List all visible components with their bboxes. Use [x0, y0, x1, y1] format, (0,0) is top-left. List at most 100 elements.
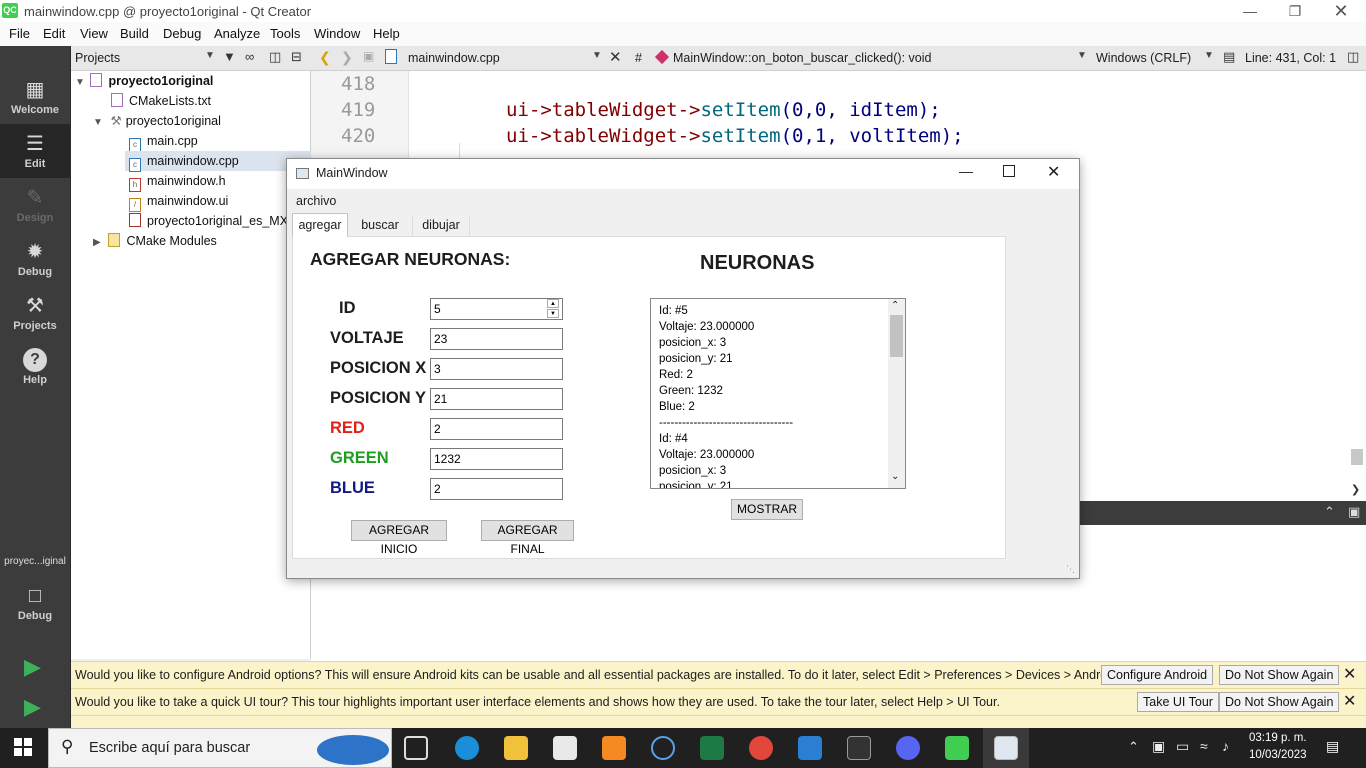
- minimize-icon[interactable]: —: [959, 163, 973, 179]
- menu-archivo[interactable]: archivo: [296, 194, 336, 208]
- sublime-icon[interactable]: [602, 736, 626, 760]
- menu-tools[interactable]: Tools: [270, 26, 300, 41]
- posicion-x-input[interactable]: 3: [430, 358, 563, 380]
- store-icon[interactable]: [553, 736, 577, 760]
- neuronas-list[interactable]: Id: #5 Voltaje: 23.000000 posicion_x: 3 …: [650, 298, 906, 489]
- battery-icon[interactable]: ▭: [1176, 738, 1189, 755]
- list-scrollbar[interactable]: ⌃ ⌄: [888, 299, 905, 488]
- chevron-down-icon[interactable]: ▼: [205, 50, 215, 61]
- agregar-inicio-button[interactable]: AGREGAR INICIO: [351, 520, 447, 556]
- menu-window[interactable]: Window: [314, 26, 360, 41]
- clock-date[interactable]: 10/03/2023: [1249, 749, 1307, 761]
- menu-build[interactable]: Build: [120, 26, 149, 41]
- take-ui-tour-button[interactable]: Take UI Tour: [1137, 692, 1219, 712]
- kit-selector[interactable]: □ Debug: [0, 576, 70, 630]
- menu-view[interactable]: View: [80, 26, 108, 41]
- red-input[interactable]: 2: [430, 418, 563, 440]
- c-icon[interactable]: [651, 736, 675, 760]
- close-pane-icon[interactable]: ⊟: [291, 49, 302, 65]
- chevron-up-icon[interactable]: ⌃: [1128, 739, 1139, 755]
- edge-icon[interactable]: [455, 736, 479, 760]
- mode-help[interactable]: ? Help: [0, 340, 70, 394]
- do-not-show-again-button[interactable]: Do Not Show Again: [1219, 665, 1340, 685]
- excel-icon[interactable]: [700, 736, 724, 760]
- debug-run-icon[interactable]: ▶: [24, 694, 41, 720]
- menu-analyze[interactable]: Analyze: [214, 26, 260, 41]
- maximize-pane-icon[interactable]: ▣: [1348, 504, 1360, 520]
- split-icon[interactable]: ◫: [1347, 49, 1359, 65]
- mode-welcome[interactable]: ▦ Welcome: [0, 70, 70, 124]
- do-not-show-again-button[interactable]: Do Not Show Again: [1219, 692, 1340, 712]
- symbol-selector[interactable]: MainWindow::on_boton_buscar_clicked(): v…: [673, 51, 931, 65]
- menu-file[interactable]: File: [9, 26, 30, 41]
- windows-start-icon[interactable]: [14, 738, 32, 756]
- menu-help[interactable]: Help: [373, 26, 400, 41]
- vscode-icon[interactable]: [798, 736, 822, 760]
- chevron-right-icon[interactable]: ❯: [1351, 483, 1360, 496]
- menu-debug[interactable]: Debug: [163, 26, 201, 41]
- chevron-right-icon[interactable]: ▶: [93, 233, 105, 253]
- chevron-down-icon[interactable]: ⌄: [891, 471, 899, 482]
- restore-icon[interactable]: ❐: [1275, 2, 1315, 20]
- scrollbar-thumb[interactable]: [890, 315, 903, 357]
- notifications-icon[interactable]: ▤: [1326, 738, 1339, 755]
- filter-icon[interactable]: ▼: [223, 49, 236, 64]
- kit-selector-label[interactable]: proyec...iginal: [0, 556, 70, 567]
- back-arrow-icon[interactable]: ❮: [319, 49, 331, 66]
- outline-icon[interactable]: ▤: [1223, 49, 1235, 65]
- close-icon[interactable]: ✕: [1321, 2, 1361, 20]
- tree-item-mainwindow-cpp[interactable]: c mainwindow.cpp: [125, 151, 311, 172]
- tab-dibujar[interactable]: dibujar: [413, 215, 470, 236]
- id-spinbox[interactable]: 5 ▲ ▼: [430, 298, 563, 320]
- split-icon[interactable]: ◫: [269, 49, 281, 65]
- tree-item-project-folder[interactable]: ▼ ⚒ proyecto1original: [93, 111, 221, 131]
- mode-projects[interactable]: ⚒ Projects: [0, 286, 70, 340]
- qt-creator-icon[interactable]: [945, 736, 969, 760]
- tree-item-project-root[interactable]: ▼ proyecto1original: [75, 71, 311, 91]
- chrome-icon[interactable]: [749, 736, 773, 760]
- vertical-scrollbar-thumb[interactable]: [1351, 449, 1363, 465]
- close-icon[interactable]: ✕: [1047, 162, 1060, 182]
- tree-item-cmakelists[interactable]: CMakeLists.txt: [111, 91, 211, 111]
- spin-up-icon[interactable]: ▲: [547, 299, 559, 308]
- task-view-icon[interactable]: [404, 736, 428, 760]
- voltaje-input[interactable]: 23: [430, 328, 563, 350]
- resize-grip-icon[interactable]: ⋱: [1066, 564, 1075, 575]
- chevron-down-icon[interactable]: ▼: [592, 50, 602, 61]
- mostrar-button[interactable]: MOSTRAR: [731, 499, 803, 520]
- wifi-icon[interactable]: ≈: [1200, 738, 1208, 754]
- projects-view-selector[interactable]: Projects: [75, 51, 120, 65]
- link-icon[interactable]: ∞: [245, 49, 254, 64]
- chevron-down-icon[interactable]: ▼: [75, 73, 87, 93]
- forward-arrow-icon[interactable]: ❯: [341, 49, 353, 66]
- mode-design[interactable]: ✎ Design: [0, 178, 70, 232]
- chevron-up-icon[interactable]: ⌃: [891, 300, 899, 311]
- chevron-down-icon[interactable]: ▼: [1204, 50, 1214, 61]
- discord-icon[interactable]: [896, 736, 920, 760]
- file-explorer-icon[interactable]: [504, 736, 528, 760]
- tree-item-main-cpp[interactable]: c main.cpp: [129, 131, 198, 152]
- chevron-up-icon[interactable]: ⌃: [1324, 504, 1335, 520]
- volume-icon[interactable]: ♪: [1222, 738, 1229, 754]
- tree-item-cmake-modules[interactable]: ▶ CMake Modules: [93, 231, 217, 251]
- tab-buscar[interactable]: buscar: [348, 215, 413, 236]
- blue-input[interactable]: 2: [430, 478, 563, 500]
- cursor-position[interactable]: Line: 431, Col: 1: [1245, 51, 1336, 65]
- mode-edit[interactable]: ☰ Edit: [0, 124, 70, 178]
- spin-down-icon[interactable]: ▼: [547, 309, 559, 318]
- app-window-icon[interactable]: [994, 736, 1018, 760]
- line-ending-selector[interactable]: Windows (CRLF): [1096, 51, 1191, 65]
- green-input[interactable]: 1232: [430, 448, 563, 470]
- tree-item-ts-file[interactable]: proyecto1original_es_MX.ts: [129, 211, 301, 231]
- close-icon[interactable]: ✕: [1343, 689, 1356, 715]
- terminal-icon[interactable]: [847, 736, 871, 760]
- tree-item-mainwindow-ui[interactable]: / mainwindow.ui: [129, 191, 228, 212]
- configure-android-button[interactable]: Configure Android: [1101, 665, 1214, 685]
- taskbar-search-box[interactable]: ⚲ Escribe aquí para buscar: [48, 728, 392, 768]
- open-document-selector[interactable]: mainwindow.cpp: [408, 51, 500, 65]
- chevron-down-icon[interactable]: ▼: [1077, 50, 1087, 61]
- posicion-y-input[interactable]: 21: [430, 388, 563, 410]
- close-icon[interactable]: ✕: [1343, 662, 1356, 688]
- maximize-icon[interactable]: [1003, 165, 1015, 177]
- agregar-final-button[interactable]: AGREGAR FINAL: [481, 520, 574, 556]
